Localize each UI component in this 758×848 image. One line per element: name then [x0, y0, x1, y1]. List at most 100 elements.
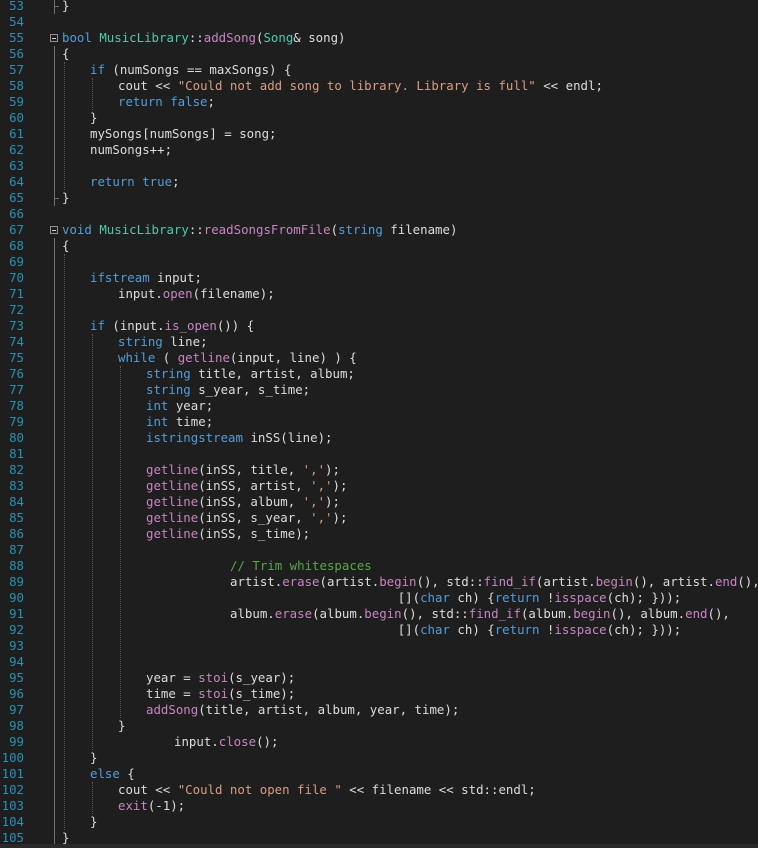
- code-token: }: [90, 814, 98, 829]
- code-line[interactable]: }: [62, 0, 69, 14]
- line-number: 55: [9, 30, 24, 45]
- code-token: filename): [382, 222, 458, 237]
- code-line[interactable]: }: [62, 190, 69, 206]
- code-token: ();: [256, 734, 279, 749]
- indent-guide: [64, 254, 65, 830]
- fold-line: [54, 46, 55, 206]
- code-line[interactable]: string s_year, s_time;: [146, 382, 310, 398]
- code-line[interactable]: getline(inSS, artist, ',');: [146, 478, 347, 494]
- code-line[interactable]: cout << "Could not open file " << filena…: [118, 782, 536, 798]
- code-token: line;: [162, 334, 208, 349]
- horizontal-scrollbar[interactable]: [0, 844, 758, 848]
- code-line[interactable]: bool MusicLibrary::addSong(Song& song): [62, 30, 346, 46]
- code-token: MusicLibrary: [99, 30, 189, 45]
- code-line[interactable]: getline(inSS, s_time);: [146, 526, 310, 542]
- code-token: erase: [274, 606, 313, 621]
- code-line[interactable]: input.open(filename);: [118, 286, 275, 302]
- code-token: );: [332, 478, 348, 493]
- line-number: 95: [9, 670, 24, 685]
- code-token: s_year, s_time;: [190, 382, 311, 397]
- code-token: year =: [146, 670, 199, 685]
- code-line[interactable]: if (input.is_open()) {: [90, 318, 254, 334]
- code-token: input.: [174, 734, 219, 749]
- code-line[interactable]: istringstream inSS(line);: [146, 430, 333, 446]
- code-token: {: [62, 46, 70, 61]
- code-token: & song): [293, 30, 346, 45]
- code-token: if: [90, 318, 105, 333]
- code-line[interactable]: else {: [90, 766, 135, 782]
- code-line[interactable]: {: [62, 238, 69, 254]
- line-number: 94: [9, 654, 24, 669]
- code-line[interactable]: void MusicLibrary::readSongsFromFile(str…: [62, 222, 457, 238]
- line-number: 59: [9, 94, 24, 109]
- code-line[interactable]: return false;: [118, 94, 215, 110]
- code-line[interactable]: cout << "Could not add song to library. …: [118, 78, 603, 94]
- code-token: addSong: [203, 30, 256, 45]
- code-token: ()) {: [216, 318, 255, 333]
- code-line[interactable]: int time;: [146, 414, 213, 430]
- line-number: 92: [9, 622, 24, 637]
- line-number: 71: [9, 286, 24, 301]
- code-line[interactable]: numSongs++;: [90, 142, 172, 158]
- code-line[interactable]: exit(-1);: [118, 798, 185, 814]
- code-line[interactable]: ifstream input;: [90, 270, 202, 286]
- code-line[interactable]: getline(inSS, title, ',');: [146, 462, 340, 478]
- code-token: (inSS, title,: [198, 462, 303, 477]
- code-token: (filename);: [192, 286, 275, 301]
- code-line[interactable]: addSong(title, artist, album, year, time…: [146, 702, 459, 718]
- code-token: }: [90, 110, 98, 125]
- code-line[interactable]: string line;: [118, 334, 208, 350]
- code-line[interactable]: getline(inSS, s_year, ',');: [146, 510, 347, 526]
- code-token: input.: [118, 286, 163, 301]
- code-line[interactable]: album.erase(album.begin(), std::find_if(…: [230, 606, 730, 622]
- line-number: 91: [9, 606, 24, 621]
- line-number: 86: [9, 526, 24, 541]
- code-line[interactable]: [](char ch) {return !isspace(ch); }));: [62, 622, 682, 638]
- code-token: exit: [118, 798, 148, 813]
- code-token: );: [332, 510, 348, 525]
- code-line[interactable]: [](char ch) {return !isspace(ch); }));: [62, 590, 682, 606]
- code-token: true: [142, 174, 173, 189]
- code-token: (album.: [520, 606, 574, 621]
- code-token: addSong: [146, 702, 199, 717]
- line-number: 85: [9, 510, 24, 525]
- code-line[interactable]: input.close();: [174, 734, 278, 750]
- code-line[interactable]: mySongs[numSongs] = song;: [90, 126, 277, 142]
- code-line[interactable]: getline(inSS, album, ',');: [146, 494, 340, 510]
- code-padding: [62, 622, 398, 637]
- code-line[interactable]: }: [90, 110, 97, 126]
- code-token: (), artist.: [632, 574, 715, 589]
- code-line[interactable]: string title, artist, album;: [146, 366, 355, 382]
- code-token: getline: [146, 462, 199, 477]
- code-token: ;: [172, 174, 180, 189]
- code-token: void: [62, 222, 100, 237]
- code-line[interactable]: year = stoi(s_year);: [146, 670, 295, 686]
- code-line[interactable]: if (numSongs == maxSongs) {: [90, 62, 291, 78]
- code-token: }: [62, 0, 70, 13]
- fold-collapse-icon[interactable]: [50, 34, 58, 42]
- code-line[interactable]: return true;: [90, 174, 180, 190]
- code-line[interactable]: // Trim whitespaces: [230, 558, 372, 574]
- code-token: istringstream: [146, 430, 243, 445]
- code-token: year;: [168, 398, 214, 413]
- fold-collapse-icon[interactable]: [50, 226, 58, 234]
- code-token: ch) {: [449, 590, 495, 605]
- code-line[interactable]: artist.erase(artist.begin(), std::find_i…: [230, 574, 758, 590]
- line-number: 70: [9, 270, 24, 285]
- code-token: (inSS, s_year,: [198, 510, 311, 525]
- line-number: 98: [9, 718, 24, 733]
- code-token: (), std::: [401, 606, 469, 621]
- code-line[interactable]: {: [62, 46, 69, 62]
- code-token: (ch); }));: [606, 590, 682, 605]
- code-line[interactable]: int year;: [146, 398, 213, 414]
- code-token: (numSongs == maxSongs) {: [104, 62, 292, 77]
- code-line[interactable]: }: [118, 718, 125, 734]
- code-line[interactable]: time = stoi(s_time);: [146, 686, 295, 702]
- code-editor[interactable]: 53 54 55 56 57 58 59 60 61 62 63 64 65 66 67 68 69 70 71 72…: [0, 0, 758, 848]
- code-token: isspace: [554, 622, 607, 637]
- code-line[interactable]: }: [90, 814, 97, 830]
- code-token: << endl;: [535, 78, 603, 93]
- code-line[interactable]: }: [90, 750, 97, 766]
- code-token: cout <<: [118, 78, 178, 93]
- code-line[interactable]: while ( getline(input, line) ) {: [118, 350, 357, 366]
